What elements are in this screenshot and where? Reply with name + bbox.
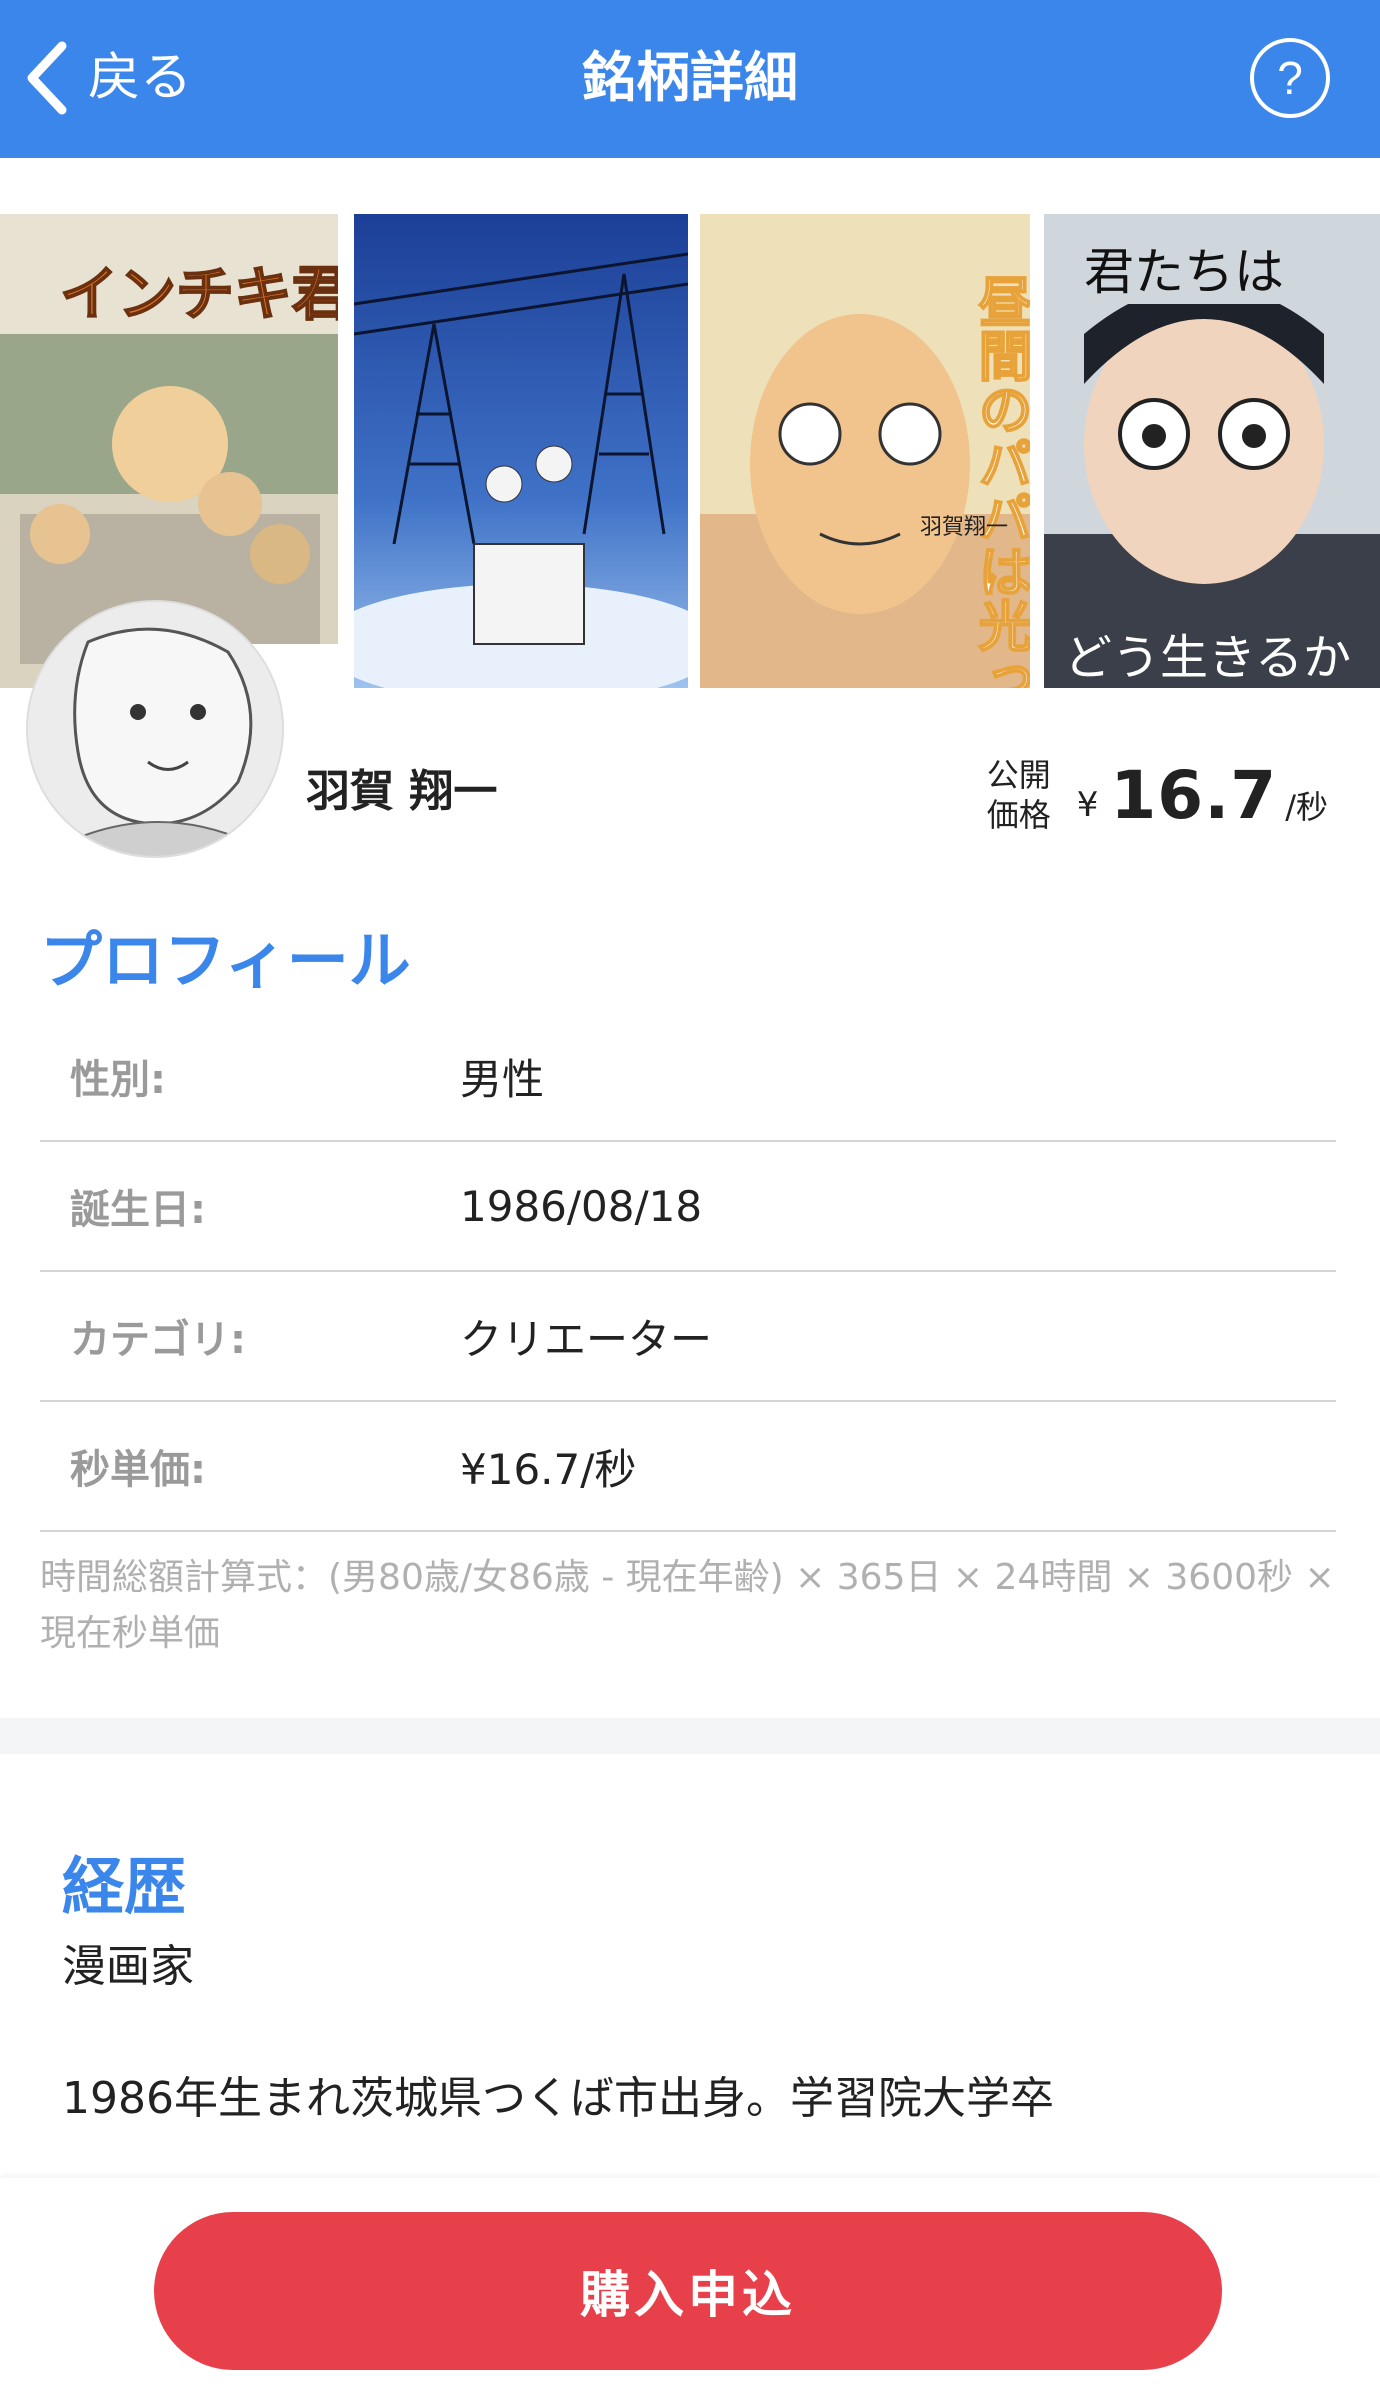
purchase-request-button[interactable]: 購入申込 bbox=[154, 2212, 1222, 2370]
profile-key: 性別: bbox=[70, 1057, 166, 1103]
navigation-bar: 戻る 銘柄詳細 ? bbox=[0, 0, 1380, 158]
profile-key: カテゴリ: bbox=[70, 1317, 246, 1363]
profile-value: 1986/08/18 bbox=[460, 1181, 703, 1231]
svg-text:羽賀翔一: 羽賀翔一 bbox=[920, 514, 1008, 539]
bottom-action-bar: 購入申込 bbox=[0, 2178, 1380, 2394]
avatar bbox=[26, 600, 284, 858]
profile-value: ¥16.7/秒 bbox=[460, 1444, 637, 1494]
help-icon[interactable]: ? bbox=[1248, 36, 1332, 120]
section-divider bbox=[0, 1718, 1380, 1754]
price-label: 公開 価格 bbox=[986, 756, 1051, 834]
svg-text:君たちは: 君たちは bbox=[1084, 243, 1284, 301]
page-title: 銘柄詳細 bbox=[582, 46, 798, 109]
profile-row-gender: 性別: 男性 bbox=[40, 1012, 1336, 1142]
profile-heading: プロフィール bbox=[40, 924, 411, 997]
svg-text:インチキ君: インチキ君 bbox=[60, 262, 338, 327]
career-text: 漫画家 1986年生まれ茨城県つくば市出身。学習院大学卒 bbox=[62, 1941, 1054, 2124]
price-formula-note: 時間総額計算式：(男80歳/女86歳 - 現在年齢) × 365日 × 24時間… bbox=[40, 1557, 1335, 1654]
svg-text:?: ? bbox=[1277, 52, 1303, 104]
profile-key: 誕生日: bbox=[70, 1187, 206, 1233]
price-value: 16.7 bbox=[1110, 756, 1278, 834]
profile-table: 性別: 男性 誕生日: 1986/08/18 カテゴリ: クリエーター 秒単価:… bbox=[40, 1012, 1336, 1532]
profile-value: 男性 bbox=[460, 1054, 545, 1104]
profile-row-unit-price: 秒単価: ¥16.7/秒 bbox=[40, 1402, 1336, 1532]
book-cover-hiruma-no-papa[interactable]: 昼間のパパは光ってる 羽賀翔一 bbox=[700, 214, 1030, 688]
profile-row-category: カテゴリ: クリエーター bbox=[40, 1272, 1336, 1402]
price-unit: /秒 bbox=[1285, 788, 1328, 826]
public-price: 公開 価格 ¥ 16.7 /秒 bbox=[987, 740, 1328, 850]
profile-value: クリエーター bbox=[460, 1314, 713, 1364]
svg-text:昼間のパパは光ってる: 昼間のパパは光ってる bbox=[970, 274, 1030, 688]
price-currency: ¥ bbox=[1076, 785, 1099, 825]
career-heading: 経歴 bbox=[62, 1850, 187, 1923]
profile-key: 秒単価: bbox=[70, 1447, 206, 1493]
svg-text:どう生きるか: どう生きるか bbox=[1064, 630, 1351, 686]
book-cover-keshigomu-life[interactable] bbox=[354, 214, 688, 688]
profile-row-birthday: 誕生日: 1986/08/18 bbox=[40, 1142, 1336, 1272]
book-cover-kimitachi-wa[interactable]: 君たちは どう生きるか bbox=[1044, 214, 1380, 688]
author-name: 羽賀 翔一 bbox=[306, 766, 498, 817]
